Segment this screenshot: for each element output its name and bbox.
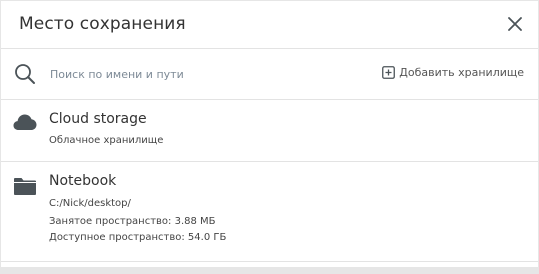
save-location-dialog: Место сохранения Добавить хранилище Clou… [1,1,538,267]
dialog-title: Место сохранения [19,14,186,34]
location-item-cloud-storage[interactable]: Cloud storage Облачное хранилище [1,100,538,162]
dialog-header: Место сохранения [1,1,538,49]
search-input[interactable] [50,65,350,83]
folder-icon [14,178,36,195]
cloud-icon [13,114,37,130]
location-path: C:/Nick/desktop/ [49,198,131,209]
add-storage-button[interactable]: Добавить хранилище [382,66,524,79]
used-space-label: Занятое пространство: 3.88 МБ [49,216,216,227]
location-description: Облачное хранилище [49,135,164,146]
search-row: Добавить хранилище [1,49,538,100]
location-name: Notebook [49,173,117,189]
free-space-label: Доступное пространство: 54.0 ГБ [49,232,227,243]
location-item-notebook[interactable]: Notebook C:/Nick/desktop/ Занятое простр… [1,162,538,262]
plus-square-icon [382,66,396,79]
close-icon [508,17,522,31]
close-button[interactable] [505,14,525,34]
location-name: Cloud storage [49,111,147,127]
add-storage-label: Добавить хранилище [399,66,524,79]
search-icon [15,64,35,84]
